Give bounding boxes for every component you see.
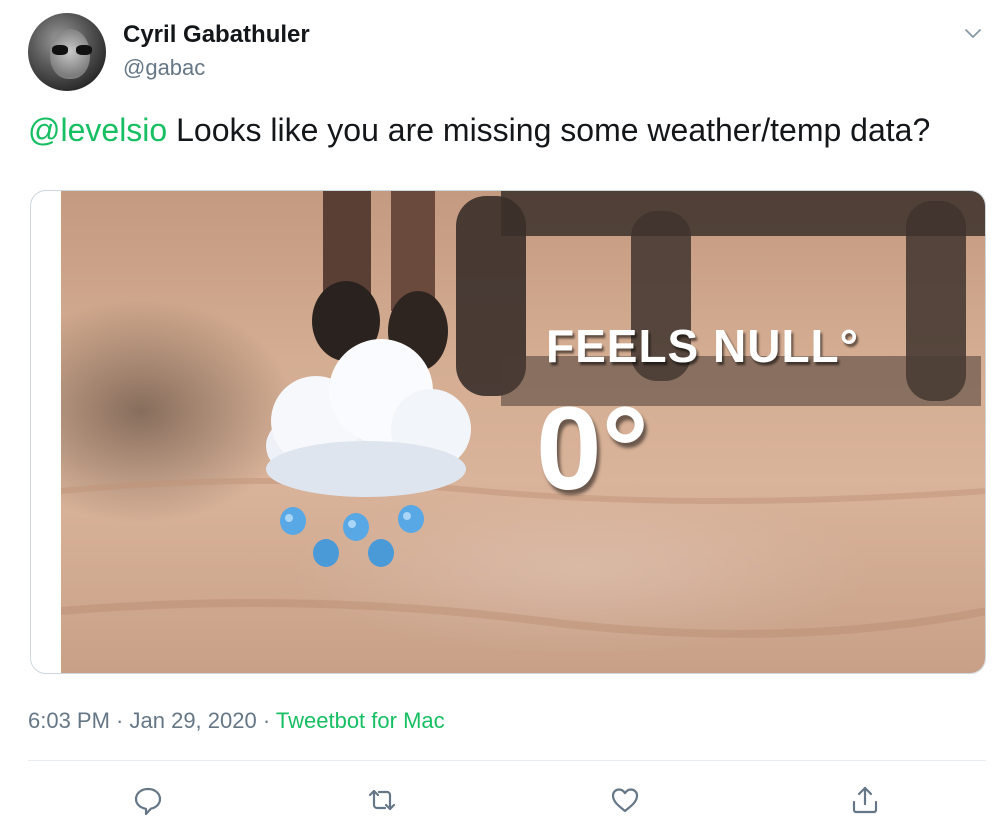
- tweet-time[interactable]: 6:03 PM: [28, 708, 110, 733]
- tweet-media[interactable]: FEELS NULL° 0°: [30, 190, 986, 674]
- tweet-meta: 6:03 PM · Jan 29, 2020 · Tweetbot for Ma…: [28, 708, 445, 734]
- feels-like-label: FEELS NULL°: [546, 320, 860, 372]
- like-icon[interactable]: [609, 784, 641, 816]
- media-photo: FEELS NULL° 0°: [61, 191, 985, 673]
- rain-cloud-icon: [266, 339, 471, 567]
- avatar[interactable]: [28, 13, 106, 91]
- tweet-source-link[interactable]: Tweetbot for Mac: [276, 708, 445, 733]
- author-display-name[interactable]: Cyril Gabathuler: [123, 21, 310, 49]
- photo-scene: [61, 191, 985, 638]
- reply-icon[interactable]: [132, 784, 164, 816]
- mention-link[interactable]: @levelsio: [28, 112, 167, 148]
- author-handle[interactable]: @gabac: [123, 55, 205, 81]
- meta-separator: ·: [109, 708, 130, 733]
- divider: [28, 760, 986, 761]
- tweet-date[interactable]: Jan 29, 2020: [130, 708, 257, 733]
- retweet-icon[interactable]: [366, 784, 398, 816]
- share-icon[interactable]: [849, 784, 881, 816]
- tweet-text: @levelsio Looks like you are missing som…: [28, 112, 930, 149]
- meta-separator: ·: [256, 708, 276, 733]
- avatar-glasses: [52, 45, 92, 55]
- temperature-label: 0°: [536, 383, 649, 515]
- tweet-body: Looks like you are missing some weather/…: [167, 112, 931, 148]
- chevron-down-icon[interactable]: [962, 22, 984, 44]
